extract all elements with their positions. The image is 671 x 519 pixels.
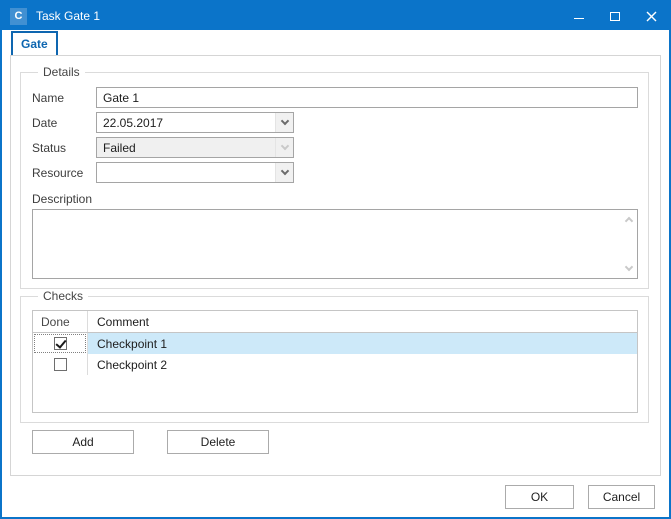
tab-gate[interactable]: Gate (11, 31, 58, 55)
comment-cell[interactable]: Checkpoint 2 (88, 354, 637, 375)
tab-page-gate: Details Name Date 22.05.2017 Status Fail… (10, 55, 661, 476)
chevron-down-icon (280, 166, 288, 174)
table-row[interactable]: Checkpoint 2 (33, 354, 637, 375)
description-scrollbar[interactable] (620, 210, 637, 278)
checks-group-label: Checks (38, 289, 88, 303)
window-controls (561, 2, 669, 30)
status-dropdown-button (275, 138, 293, 157)
done-checkbox[interactable] (54, 337, 67, 350)
checks-table-header: Done Comment (33, 311, 637, 333)
column-header-comment[interactable]: Comment (88, 311, 637, 332)
details-group-label: Details (38, 65, 85, 79)
resource-row: Resource (32, 162, 638, 183)
tab-strip: Gate (2, 30, 669, 55)
date-label: Date (32, 116, 96, 130)
scroll-down-icon[interactable] (624, 263, 632, 271)
resource-combobox[interactable] (96, 162, 294, 183)
description-label: Description (32, 192, 638, 206)
window-title: Task Gate 1 (36, 9, 100, 23)
close-icon (646, 11, 657, 22)
description-box (32, 209, 638, 279)
details-group: Details Name Date 22.05.2017 Status Fail… (20, 65, 649, 289)
titlebar: C Task Gate 1 (2, 2, 669, 30)
column-header-done[interactable]: Done (33, 311, 88, 332)
done-checkbox[interactable] (54, 358, 67, 371)
dialog-footer: OK Cancel (2, 476, 669, 517)
name-label: Name (32, 91, 96, 105)
resource-label: Resource (32, 166, 96, 180)
done-cell (33, 354, 88, 375)
resource-dropdown-button[interactable] (275, 163, 293, 182)
status-label: Status (32, 141, 96, 155)
app-icon: C (10, 8, 27, 25)
comment-cell[interactable]: Checkpoint 1 (88, 333, 637, 354)
status-combobox-value: Failed (97, 138, 275, 157)
date-combobox[interactable]: 22.05.2017 (96, 112, 294, 133)
close-button[interactable] (633, 2, 669, 30)
chevron-down-icon (280, 141, 288, 149)
delete-button[interactable]: Delete (167, 430, 269, 454)
date-row: Date 22.05.2017 (32, 112, 638, 133)
resource-combobox-value (97, 163, 275, 182)
description-textarea[interactable] (33, 210, 620, 278)
checks-table: Done Comment Checkpoint 1 Checkpoint 2 (32, 310, 638, 413)
status-row: Status Failed (32, 137, 638, 158)
table-row[interactable]: Checkpoint 1 (33, 333, 637, 354)
done-cell (33, 333, 88, 354)
checks-group: Checks Done Comment Checkpoint 1 Ch (20, 289, 649, 423)
cancel-button[interactable]: Cancel (588, 485, 655, 509)
add-button[interactable]: Add (32, 430, 134, 454)
maximize-button[interactable] (597, 2, 633, 30)
chevron-down-icon (280, 116, 288, 124)
name-row: Name (32, 87, 638, 108)
date-dropdown-button[interactable] (275, 113, 293, 132)
date-combobox-value: 22.05.2017 (97, 113, 275, 132)
minimize-icon (574, 18, 584, 19)
status-combobox: Failed (96, 137, 294, 158)
name-input[interactable] (96, 87, 638, 108)
scroll-up-icon[interactable] (624, 217, 632, 225)
maximize-icon (610, 12, 620, 21)
checks-actions: Add Delete (32, 430, 649, 454)
minimize-button[interactable] (561, 2, 597, 30)
ok-button[interactable]: OK (505, 485, 574, 509)
dialog-window: C Task Gate 1 Gate Details Na (0, 0, 671, 519)
